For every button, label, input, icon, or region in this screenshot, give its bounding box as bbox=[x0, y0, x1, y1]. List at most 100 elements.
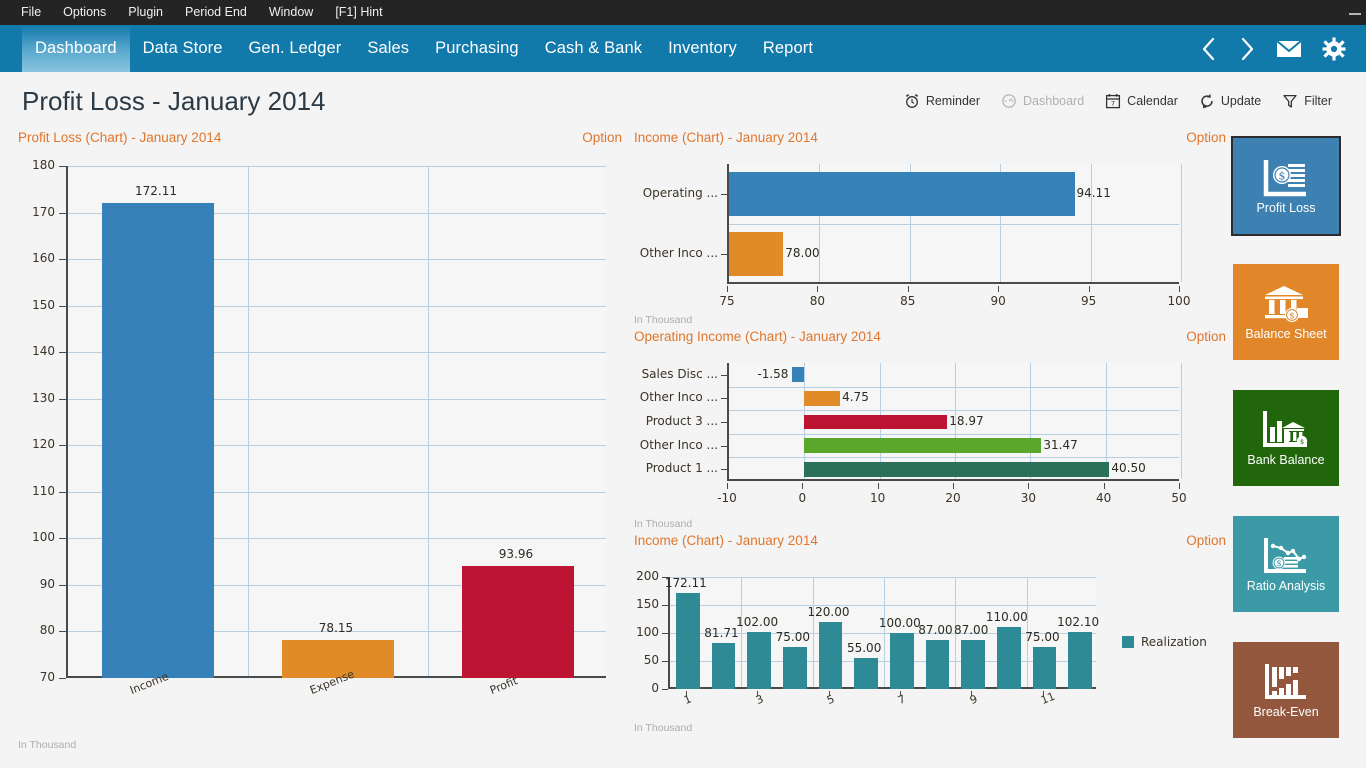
nav-tab-cash-bank[interactable]: Cash & Bank bbox=[532, 25, 655, 72]
bar[interactable] bbox=[1032, 647, 1057, 689]
x-tick-mark bbox=[1179, 286, 1180, 292]
tile-profit-loss[interactable]: $ Profit Loss bbox=[1231, 136, 1341, 236]
x-tick-mark bbox=[757, 691, 759, 696]
y-tick-label: 80 bbox=[39, 623, 55, 638]
nav-tab-gen-ledger[interactable]: Gen. Ledger bbox=[236, 25, 355, 72]
panel-option-profit-loss[interactable]: Option bbox=[582, 130, 628, 145]
bar-value-label: 4.75 bbox=[842, 390, 869, 405]
minimize-icon[interactable] bbox=[1344, 0, 1366, 25]
panel-option-operating-income[interactable]: Option bbox=[1186, 329, 1232, 344]
bar[interactable] bbox=[676, 592, 700, 689]
menu-item-file[interactable]: File bbox=[10, 0, 52, 25]
gridline bbox=[1090, 164, 1092, 282]
y-tick-mark bbox=[662, 661, 668, 662]
svg-text:$: $ bbox=[1300, 438, 1304, 446]
bar[interactable] bbox=[818, 621, 843, 689]
bar[interactable] bbox=[462, 566, 574, 678]
x-tick-label: 90 bbox=[990, 294, 1006, 308]
footnote-income-bottom: In Thousand bbox=[634, 722, 693, 734]
toolbar-button-update[interactable]: Update bbox=[1199, 93, 1261, 109]
x-tick-mark bbox=[971, 691, 973, 696]
bar[interactable] bbox=[102, 202, 214, 678]
footnote-operating-income: In Thousand bbox=[634, 518, 693, 530]
page-header: Profit Loss - January 2014 Reminder Dash… bbox=[0, 72, 1366, 130]
menu-item-window[interactable]: Window bbox=[258, 0, 324, 25]
menu-item-period-end[interactable]: Period End bbox=[174, 0, 258, 25]
toolbar-button-filter[interactable]: Filter bbox=[1282, 93, 1332, 109]
gear-icon[interactable] bbox=[1322, 37, 1346, 61]
x-tick-mark bbox=[899, 691, 901, 696]
bar-value-label: 78.00 bbox=[785, 246, 820, 260]
balance-sheet-icon: $ bbox=[1260, 282, 1312, 326]
tile-bank-balance[interactable]: $ Bank Balance bbox=[1233, 390, 1339, 486]
bar-value-label: 31.47 bbox=[1043, 437, 1078, 452]
chevron-right-icon[interactable] bbox=[1238, 36, 1256, 62]
bar[interactable] bbox=[747, 631, 771, 689]
x-tick-mark bbox=[727, 286, 728, 292]
category-label: Other Inco ... bbox=[639, 246, 718, 260]
panel-title-profit-loss: Profit Loss (Chart) - January 2014 bbox=[18, 130, 222, 145]
y-tick-label: 140 bbox=[32, 344, 55, 359]
bar[interactable] bbox=[1068, 631, 1092, 689]
bar-value-label: 75.00 bbox=[775, 630, 810, 644]
tile-break-even[interactable]: Break-Even bbox=[1233, 642, 1339, 738]
menu-item-options[interactable]: Options bbox=[52, 0, 117, 25]
nav-tab-data-store[interactable]: Data Store bbox=[130, 25, 236, 72]
nav-tab-sales[interactable]: Sales bbox=[354, 25, 422, 72]
x-tick-label: 10 bbox=[870, 491, 886, 505]
x-tick-mark bbox=[828, 691, 830, 696]
x-tick-mark bbox=[1028, 483, 1030, 489]
y-tick-mark bbox=[59, 166, 66, 167]
panel-option-income-bottom[interactable]: Option bbox=[1186, 533, 1232, 548]
bar[interactable] bbox=[804, 414, 948, 430]
x-tick-mark bbox=[1042, 691, 1044, 696]
y-tick-mark bbox=[721, 445, 727, 447]
toolbar-button-calendar[interactable]: 7 Calendar bbox=[1105, 93, 1178, 109]
nav-tab-inventory[interactable]: Inventory bbox=[655, 25, 750, 72]
panel-option-income-top[interactable]: Option bbox=[1186, 130, 1232, 145]
x-tick-mark bbox=[685, 691, 687, 696]
bar[interactable] bbox=[854, 658, 878, 689]
nav-tab-report[interactable]: Report bbox=[750, 25, 826, 72]
toolbar-button-reminder[interactable]: Reminder bbox=[904, 93, 980, 109]
bar[interactable] bbox=[729, 232, 784, 276]
toolbar-button-dashboard[interactable]: Dashboard bbox=[1001, 93, 1084, 109]
y-tick-mark bbox=[721, 194, 727, 195]
dashboard-content: Profit Loss (Chart) - January 2014 Optio… bbox=[0, 130, 1366, 768]
tile-balance-sheet[interactable]: $ Balance Sheet bbox=[1233, 264, 1339, 360]
toolbar-label-filter: Filter bbox=[1304, 94, 1332, 108]
menu-bar: File Options Plugin Period End Window [F… bbox=[0, 0, 1366, 25]
nav-tab-purchasing[interactable]: Purchasing bbox=[422, 25, 532, 72]
menu-item-hint[interactable]: [F1] Hint bbox=[324, 0, 393, 25]
bar[interactable] bbox=[890, 633, 914, 689]
category-label: Sales Disc ... bbox=[641, 366, 718, 381]
chart-income-top[interactable]: 75 80 85 90 95 100 94.11 Operating ... 78.00 Othe… bbox=[634, 156, 1194, 311]
chart-profit-loss[interactable]: 70 80 90 100 110 120 130 140 150 160 170 180 172.11 I… bbox=[18, 156, 628, 736]
bar[interactable] bbox=[925, 640, 950, 689]
bar[interactable] bbox=[783, 647, 807, 689]
chart-income-bottom[interactable]: 0 50 100 150 200 172.11 1 81.71 102.00 3 75.00 120.… bbox=[634, 559, 1207, 719]
bank-balance-icon: $ bbox=[1260, 408, 1312, 452]
bar[interactable] bbox=[804, 438, 1042, 453]
bar[interactable] bbox=[997, 627, 1021, 689]
bar-value-label: 172.11 bbox=[664, 575, 707, 590]
mail-icon[interactable] bbox=[1276, 39, 1302, 59]
break-even-icon bbox=[1260, 660, 1312, 704]
bar[interactable] bbox=[804, 461, 1110, 477]
bar[interactable] bbox=[961, 640, 985, 689]
category-label: Product 3 ... bbox=[645, 414, 718, 428]
y-tick-mark bbox=[59, 538, 66, 540]
chart-operating-income[interactable]: -10 0 10 20 30 40 50 -1.58 Sales Disc ... 4.75 Oth… bbox=[634, 355, 1194, 515]
refresh-icon bbox=[1199, 93, 1215, 109]
bar-value-label: 78.15 bbox=[318, 621, 354, 636]
bar[interactable] bbox=[711, 643, 736, 689]
bar[interactable] bbox=[729, 172, 1075, 216]
bar[interactable] bbox=[804, 391, 841, 406]
bar[interactable] bbox=[792, 367, 805, 383]
tile-ratio-analysis[interactable]: $ Ratio Analysis bbox=[1233, 516, 1339, 612]
menu-item-plugin[interactable]: Plugin bbox=[117, 0, 174, 25]
y-tick-mark bbox=[59, 352, 66, 354]
chevron-left-icon[interactable] bbox=[1200, 36, 1218, 62]
tile-label-profit-loss: Profit Loss bbox=[1256, 201, 1316, 216]
nav-tab-dashboard[interactable]: Dashboard bbox=[22, 25, 130, 72]
